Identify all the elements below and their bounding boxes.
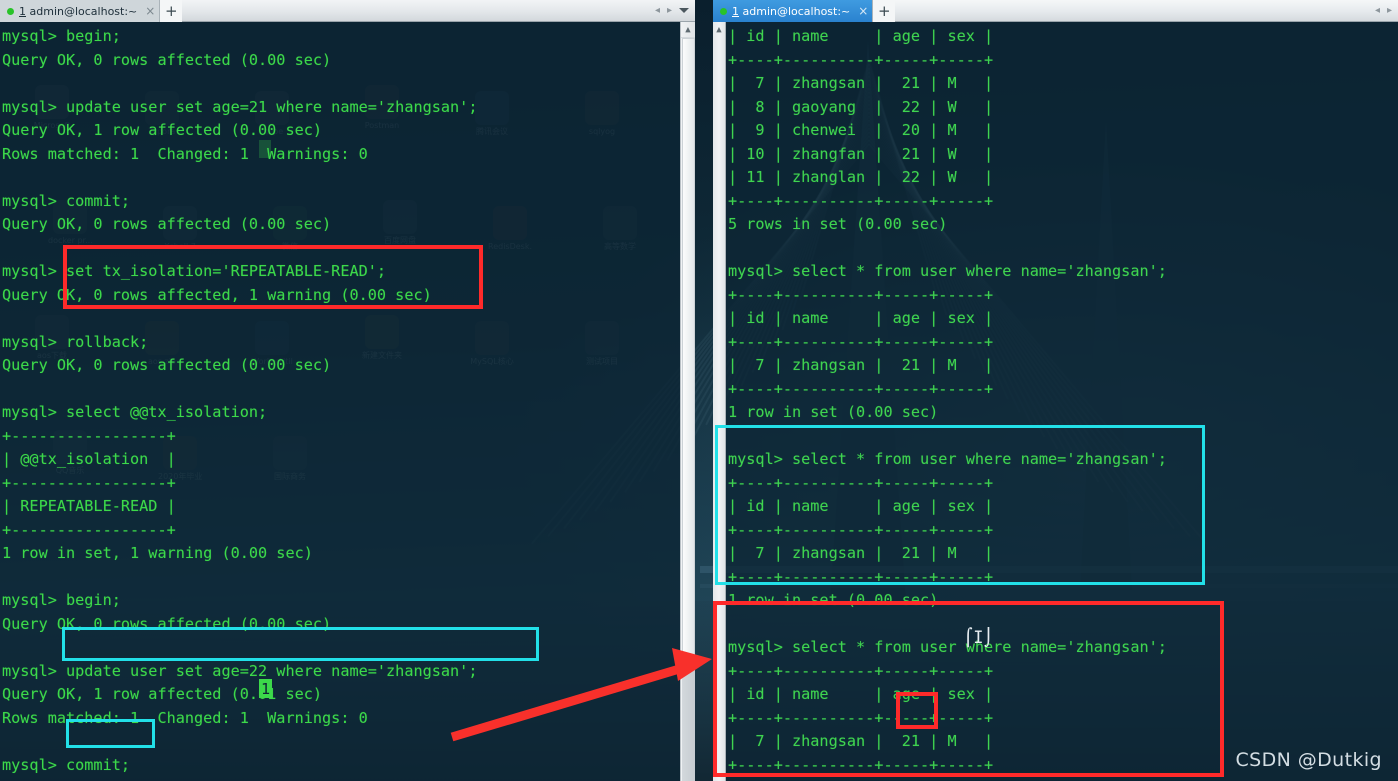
tab-scroll-left-icon[interactable]: ◂: [1375, 5, 1380, 16]
tab-list-chevron-down-icon[interactable]: [679, 8, 689, 13]
terminal-window-left: 1 admin@localhost:~ × + ◂ ▸ mysql> begin…: [0, 0, 695, 781]
tab-close-icon[interactable]: ×: [145, 5, 155, 17]
new-tab-button[interactable]: +: [160, 0, 183, 22]
terminal-left-surface[interactable]: mysql> begin; Query OK, 0 rows affected …: [0, 22, 695, 781]
tabbar-left: 1 admin@localhost:~ × + ◂ ▸: [0, 0, 695, 22]
screen: MicrosoftTyporanpipePostman腾讯会议sqlyogdoc…: [0, 0, 1398, 781]
tabbar-right-controls: ◂ ▸: [1375, 0, 1398, 21]
session-status-dot-icon: [720, 7, 727, 15]
highlight-changed-value-top: [259, 140, 271, 158]
tab-close-icon[interactable]: ×: [858, 5, 868, 17]
tab-scroll-right-icon[interactable]: ▸: [667, 5, 672, 16]
tab-scroll-right-icon[interactable]: ▸: [1387, 5, 1392, 16]
scroll-up-chevron-icon[interactable]: ▲: [713, 22, 725, 38]
terminal-window-right: 1 admin@localhost:~ × + ◂ ▸ | id | name …: [713, 0, 1398, 781]
scroll-up-chevron-icon[interactable]: ▲: [681, 22, 695, 38]
tabbar-right: 1 admin@localhost:~ × + ◂ ▸: [713, 0, 1398, 22]
tab-left-session[interactable]: 1 admin@localhost:~ ×: [0, 0, 161, 22]
csdn-watermark: CSDN @Dutkig: [1235, 749, 1382, 771]
session-status-dot-icon: [7, 7, 14, 15]
scrollbar-thumb[interactable]: [682, 38, 695, 658]
terminal-right-output: | id | name | age | sex | +----+--------…: [728, 27, 1167, 781]
scrollbar-track[interactable]: [682, 659, 695, 781]
new-tab-button[interactable]: +: [873, 0, 896, 22]
scrollbar-left-window[interactable]: ▲: [680, 22, 695, 781]
tabbar-left-controls: ◂ ▸: [655, 0, 695, 21]
terminal-left-output: mysql> begin; Query OK, 0 rows affected …: [2, 27, 478, 781]
tab-scroll-left-icon[interactable]: ◂: [655, 5, 660, 16]
tab-right-label: 1 admin@localhost:~: [732, 4, 851, 18]
tab-left-label: 1 admin@localhost:~: [19, 4, 138, 18]
highlight-changed-value-text: 1: [261, 680, 271, 698]
terminal-left[interactable]: mysql> begin; Query OK, 0 rows affected …: [0, 22, 695, 781]
terminal-right[interactable]: | id | name | age | sex | +----+--------…: [713, 22, 1398, 781]
scrollbar-right-window[interactable]: ▲: [713, 22, 726, 781]
terminal-right-surface[interactable]: | id | name | age | sex | +----+--------…: [726, 22, 1398, 781]
tab-right-session[interactable]: 1 admin@localhost:~ ×: [713, 0, 874, 22]
